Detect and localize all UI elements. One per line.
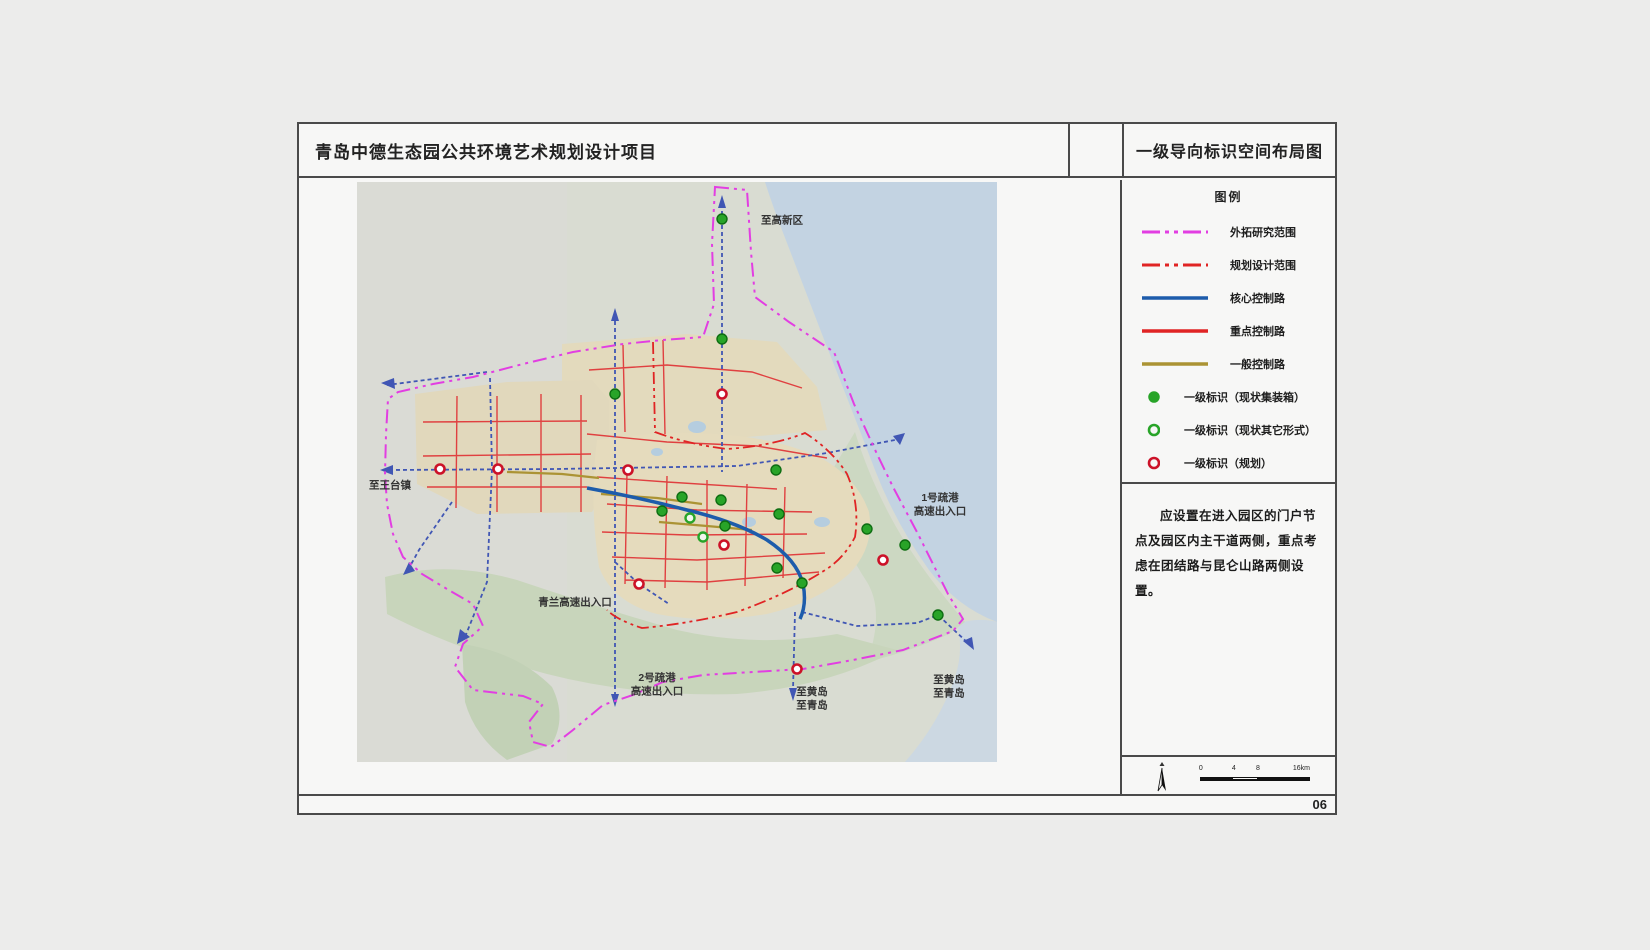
line-solid-swatch-icon [1142,327,1208,335]
scale-bar-label: 4 [1232,765,1236,772]
map-area: 至高新区至王台镇青兰高速出入口1号疏港高速出入口2号疏港高速出入口至黄岛至青岛至… [299,180,1122,796]
title-bar: 青岛中德生态园公共环境艺术规划设计项目 一级导向标识空间布局图 [299,124,1335,178]
planning-map: 至高新区至王台镇青兰高速出入口1号疏港高速出入口2号疏港高速出入口至黄岛至青岛至… [357,182,997,762]
scale-bar-label: 16km [1293,765,1310,772]
legend: 图例 外拓研究范围规划设计范围核心控制路重点控制路一般控制路一级标识（现状集装箱… [1122,180,1335,484]
line-dashdot-swatch-icon [1142,261,1208,269]
sheet-body: 至高新区至王台镇青兰高速出入口1号疏港高速出入口2号疏港高速出入口至黄岛至青岛至… [299,180,1335,796]
legend-item: 重点控制路 [1122,314,1335,347]
legend-rows: 外拓研究范围规划设计范围核心控制路重点控制路一般控制路一级标识（现状集装箱） 一级… [1122,215,1335,479]
legend-item: 一级标识（规划） [1122,446,1335,479]
scale-bar-label: 0 [1199,765,1203,772]
red-open-signage-marker [635,580,644,589]
titlebar-spacer [1070,124,1124,176]
legend-item: 核心控制路 [1122,281,1335,314]
note-text: 应设置在进入园区的门户节点及园区内主干道两侧，重点考虑在团结路与昆仑山路两侧设置… [1135,504,1322,604]
legend-item-label: 外拓研究范围 [1230,224,1296,240]
green-filled-signage-marker [797,578,807,588]
red-open-signage-marker [436,465,445,474]
circle-open-swatch-icon [1146,422,1160,438]
red-open-signage-marker [718,390,727,399]
legend-title: 图例 [1122,188,1335,205]
circle-open-swatch-icon [1146,455,1160,471]
line-solid-swatch-icon [1142,360,1208,368]
scale-bar-graphic [1200,777,1310,781]
map-label: 至高新区 [761,214,803,227]
scale-bar: 0 4 8 16km [1200,765,1310,787]
legend-item-label: 核心控制路 [1230,290,1285,306]
scale-bar-segment [1233,778,1257,780]
green-filled-signage-marker [862,524,872,534]
legend-item: 一般控制路 [1122,347,1335,380]
green-filled-signage-marker [716,495,726,505]
legend-item-label: 规划设计范围 [1230,257,1296,273]
drawing-sheet: 青岛中德生态园公共环境艺术规划设计项目 一级导向标识空间布局图 [297,122,1337,815]
scale-bar-segment [1201,778,1233,780]
north-arrow-icon [1154,761,1170,793]
green-open-signage-marker [699,533,708,542]
legend-item: 一级标识（现状集装箱） [1122,380,1335,413]
page-number: 06 [1313,797,1327,812]
green-filled-signage-marker [717,214,727,224]
line-solid-swatch-icon [1142,294,1208,302]
scale-bar-segment [1257,778,1309,780]
scale-area: 0 4 8 16km [1122,757,1335,796]
red-open-signage-marker [624,466,633,475]
red-open-signage-marker [793,665,802,674]
note: 应设置在进入园区的门户节点及园区内主干道两侧，重点考虑在团结路与昆仑山路两侧设置… [1122,484,1335,757]
page-background: 青岛中德生态园公共环境艺术规划设计项目 一级导向标识空间布局图 [0,0,1650,950]
green-open-signage-marker [686,514,695,523]
legend-item-label: 一级标识（现状集装箱） [1184,389,1305,405]
green-filled-signage-marker [900,540,910,550]
green-filled-signage-marker [610,389,620,399]
red-open-signage-marker [720,541,729,550]
map-label: 至王台镇 [369,479,411,492]
line-dashdot-swatch-icon [1142,228,1208,236]
map-label: 青兰高速出入口 [538,596,612,609]
side-panel: 图例 外拓研究范围规划设计范围核心控制路重点控制路一般控制路一级标识（现状集装箱… [1122,180,1335,796]
legend-item-label: 一级标识（规划） [1184,455,1272,471]
legend-item: 一级标识（现状其它形式） [1122,413,1335,446]
green-filled-signage-marker [774,509,784,519]
red-open-signage-marker [494,465,503,474]
legend-item-label: 重点控制路 [1230,323,1285,339]
legend-item-label: 一般控制路 [1230,356,1285,372]
green-filled-signage-marker [717,334,727,344]
green-filled-signage-marker [772,563,782,573]
green-filled-signage-marker [771,465,781,475]
green-filled-signage-marker [677,492,687,502]
scale-bar-label: 8 [1256,765,1260,772]
green-filled-signage-marker [720,521,730,531]
green-filled-signage-marker [657,506,667,516]
drawing-title: 一级导向标识空间布局图 [1124,124,1335,176]
red-open-signage-marker [879,556,888,565]
legend-item-label: 一级标识（现状其它形式） [1184,422,1316,438]
project-title: 青岛中德生态园公共环境艺术规划设计项目 [299,124,1070,176]
legend-item: 外拓研究范围 [1122,215,1335,248]
green-filled-signage-marker [933,610,943,620]
legend-item: 规划设计范围 [1122,248,1335,281]
bottom-strip: 06 [299,794,1335,813]
circle-filled-swatch-icon [1146,389,1160,405]
